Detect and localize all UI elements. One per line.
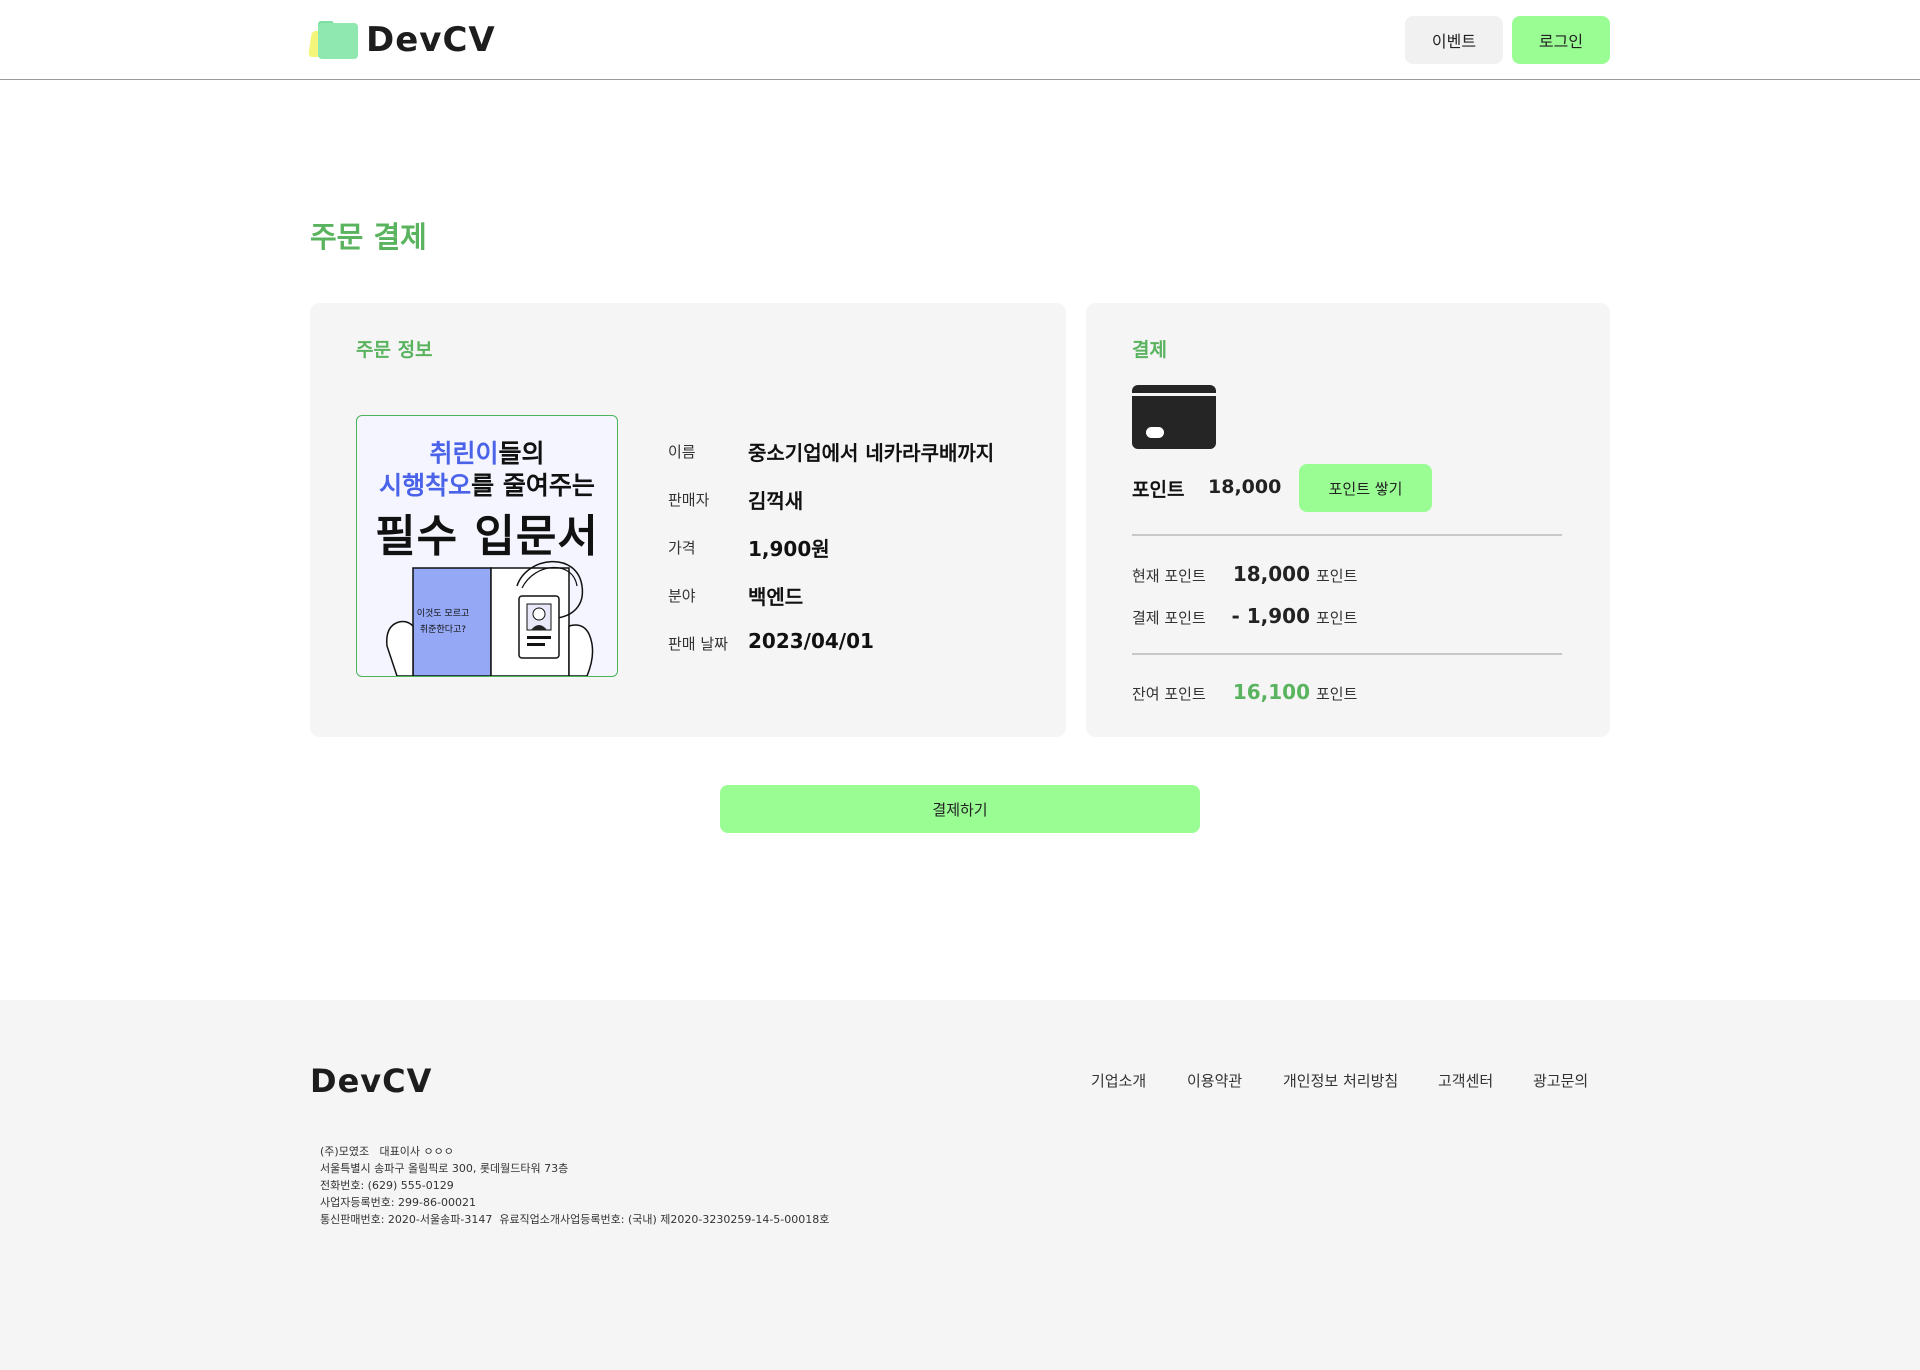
footer-link-privacy[interactable]: 개인정보 처리방침	[1283, 1070, 1398, 1091]
logo[interactable]: DevCV	[308, 20, 496, 60]
current-point-unit: 포인트	[1316, 567, 1358, 585]
remain-point-unit: 포인트	[1316, 685, 1358, 703]
sale-date-label: 판매 날짜	[668, 635, 728, 653]
credit-card-icon	[1132, 385, 1216, 449]
point-value: 18,000	[1208, 476, 1282, 498]
cover-small-text: 이것도 모르고 취준한다고?	[416, 609, 470, 635]
top-header: DevCV 이벤트 로그인	[0, 0, 1920, 80]
logo-text: DevCV	[366, 20, 496, 60]
event-button[interactable]: 이벤트	[1405, 16, 1503, 64]
footer-link-company[interactable]: 기업소개	[1091, 1070, 1146, 1091]
order-info-title: 주문 정보	[356, 339, 433, 361]
pay-point-value: - 1,900	[1231, 604, 1310, 628]
book-illustration	[386, 560, 594, 676]
company-info-line: 서울특별시 송파구 올림픽로 300, 롯데월드타워 73층	[320, 1162, 569, 1175]
name-label: 이름	[668, 443, 696, 461]
cover-line3: 필수 입문서	[375, 511, 599, 562]
seller-value: 김꺽새	[748, 489, 804, 513]
price-label: 가격	[668, 539, 696, 557]
payment-card: 결제 포인트 18,000 포인트 쌓기 현재 포인트 18,000 포인트 결…	[1086, 303, 1610, 737]
point-label: 포인트	[1132, 479, 1185, 501]
price-value: 1,900원	[748, 537, 830, 561]
page-title: 주문 결제	[310, 220, 427, 254]
current-point-value: 18,000	[1232, 562, 1310, 586]
company-info: (주)모였조 대표이사 ㅇㅇㅇ 서울특별시 송파구 올림픽로 300, 롯데월드…	[320, 1143, 829, 1228]
category-value: 백엔드	[748, 585, 804, 609]
footer-link-support[interactable]: 고객센터	[1438, 1070, 1493, 1091]
category-label: 분야	[668, 587, 696, 605]
footer-link-terms[interactable]: 이용약관	[1187, 1070, 1242, 1091]
pay-point-unit: 포인트	[1316, 609, 1358, 627]
login-button[interactable]: 로그인	[1512, 16, 1610, 64]
payment-title: 결제	[1132, 339, 1167, 361]
book-cover-image: 취린이들의 시행착오를 줄여주는 필수 입문서 이것도 모르고 취준한다고?	[356, 415, 618, 677]
folder-logo-icon	[308, 21, 358, 59]
cover-line2: 시행착오를 줄여주는	[379, 471, 595, 500]
cover-line1: 취린이들의	[429, 439, 545, 468]
pay-button[interactable]: 결제하기	[720, 785, 1200, 833]
company-info-line: (주)모였조 대표이사 ㅇㅇㅇ	[320, 1145, 454, 1158]
company-info-line: 전화번호: (629) 555-0129	[320, 1179, 454, 1192]
sale-date-value: 2023/04/01	[748, 629, 874, 653]
divider	[1132, 534, 1562, 536]
seller-label: 판매자	[668, 491, 710, 509]
company-info-line: 사업자등록번호: 299-86-00021	[320, 1196, 476, 1209]
footer-links: 기업소개 이용약관 개인정보 처리방침 고객센터 광고문의	[0, 1070, 1920, 1094]
order-info-card: 주문 정보 취린이들의 시행착오를 줄여주는 필수 입문서 이것도 모르고 취준…	[310, 303, 1066, 737]
name-value: 중소기업에서 네카라쿠배까지	[748, 441, 995, 465]
charge-points-button[interactable]: 포인트 쌓기	[1299, 464, 1432, 512]
footer: DevCV 기업소개 이용약관 개인정보 처리방침 고객센터 광고문의 (주)모…	[0, 1000, 1920, 1370]
remain-point-value: 16,100	[1232, 680, 1310, 704]
company-info-line: 통신판매번호: 2020-서울송파-3147 유료직업소개사업등록번호: (국내…	[320, 1213, 830, 1226]
footer-link-ads[interactable]: 광고문의	[1533, 1070, 1588, 1091]
divider	[1132, 653, 1562, 655]
